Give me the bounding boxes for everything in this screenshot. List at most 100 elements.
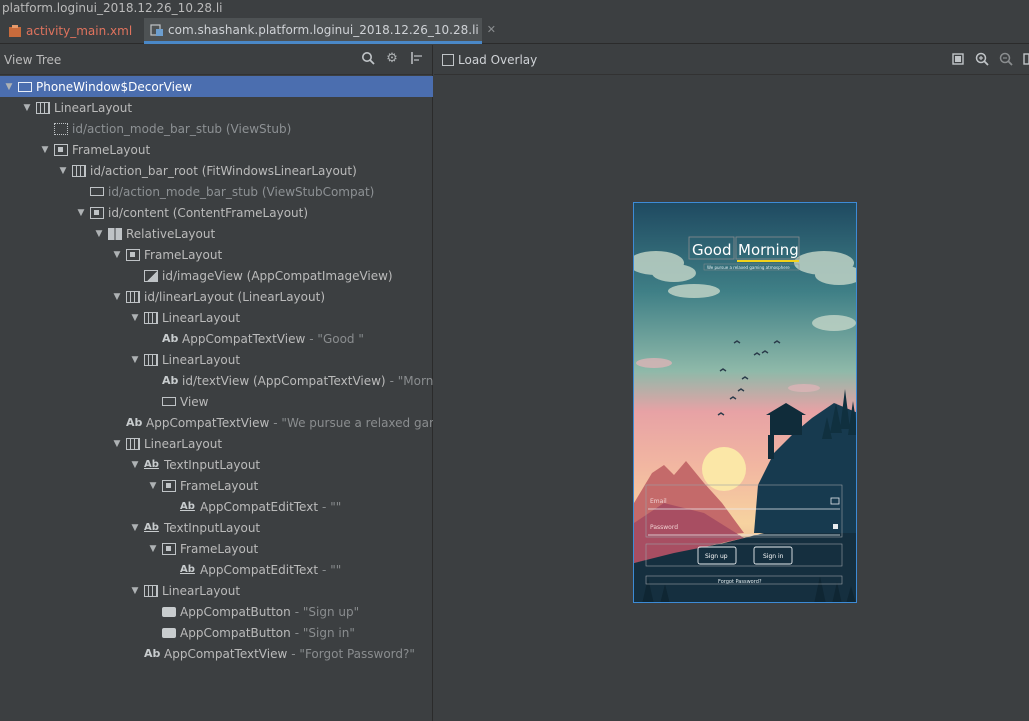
expand-arrow-icon[interactable]: ▼ <box>128 460 142 470</box>
tree-node-label: id/action_mode_bar_stub (ViewStubCompat) <box>108 184 375 199</box>
linear-layout-icon <box>144 353 158 366</box>
tree-node-value: - "Morni <box>389 373 433 388</box>
tree-node[interactable]: ▼ id/linearLayout (LinearLayout) <box>0 286 433 307</box>
zoom-out-icon[interactable] <box>999 52 1013 66</box>
expand-arrow-icon[interactable]: ▼ <box>128 586 142 596</box>
tree-node[interactable]: ▼ LinearLayout <box>0 349 433 370</box>
device-screen-preview[interactable]: Good Morning We pursue a relaxed gaming … <box>633 202 857 603</box>
tree-node[interactable]: ▼ RelativeLayout <box>0 223 433 244</box>
tree-node[interactable]: Ab AppCompatEditText - "" <box>0 559 433 580</box>
expand-arrow-icon[interactable]: ▼ <box>146 481 160 491</box>
close-icon[interactable]: ✕ <box>487 23 496 36</box>
expand-arrow-icon[interactable]: ▼ <box>92 229 106 239</box>
tree-node-value: - "" <box>322 562 342 577</box>
tree-node-label: AppCompatTextView <box>146 415 270 430</box>
preview-toolbar: Load Overlay <box>434 45 1029 75</box>
tree-node-label: id/content (ContentFrameLayout) <box>108 205 309 220</box>
expand-arrow-icon[interactable]: ▼ <box>110 250 124 260</box>
email-placeholder: Email <box>650 498 667 505</box>
tree-node[interactable]: ▼ LinearLayout <box>0 433 433 454</box>
tree-node[interactable]: ▼ FrameLayout <box>0 538 433 559</box>
tree-node[interactable]: id/imageView (AppCompatImageView) <box>0 265 433 286</box>
tree-node[interactable]: ▼ Ab TextInputLayout <box>0 454 433 475</box>
more-icon[interactable] <box>1023 52 1029 66</box>
fit-screen-icon[interactable] <box>951 52 965 66</box>
tree-node-label: View <box>180 394 209 409</box>
tree-node[interactable]: Ab id/textView (AppCompatTextView) - "Morn… <box>0 370 433 391</box>
tree-node-value: - "We pursue a relaxed gam <box>273 415 433 430</box>
tree-node[interactable]: Ab AppCompatEditText - "" <box>0 496 433 517</box>
tree-node[interactable]: ▼ LinearLayout <box>0 580 433 601</box>
tree-node-label: LinearLayout <box>54 100 133 115</box>
tree-node-label: PhoneWindow$DecorView <box>36 79 193 94</box>
settings-icon[interactable]: ⚙ <box>384 51 400 67</box>
tree-node[interactable]: AppCompatButton - "Sign in" <box>0 622 433 643</box>
view-tree: ▼ PhoneWindow$DecorView ▼ LinearLayout id/ac… <box>0 76 433 664</box>
tree-node[interactable]: ▼ Ab TextInputLayout <box>0 517 433 538</box>
text-view-icon: Ab <box>126 415 143 429</box>
frame-layout-icon <box>54 143 68 156</box>
expand-arrow-icon[interactable]: ▼ <box>128 523 142 533</box>
expand-arrow-icon[interactable]: ▼ <box>74 208 88 218</box>
zoom-in-icon[interactable] <box>975 52 989 66</box>
expand-arrow-icon[interactable]: ▼ <box>128 313 142 323</box>
tree-node[interactable]: ▼ id/content (ContentFrameLayout) <box>0 202 433 223</box>
tab-label: com.shashank.platform.loginui_2018.12.26… <box>168 22 479 37</box>
frame-layout-icon <box>162 479 176 492</box>
expand-arrow-icon[interactable]: ▼ <box>20 103 34 113</box>
expand-arrow-icon[interactable]: ▼ <box>110 292 124 302</box>
tree-node-label: AppCompatButton <box>180 625 291 640</box>
tree-node-label: TextInputLayout <box>164 457 261 472</box>
tab-activity-main[interactable]: activity_main.xml <box>2 18 142 44</box>
sign-in-label: Sign in <box>763 553 784 560</box>
relative-layout-icon <box>108 227 122 240</box>
tree-node-label: LinearLayout <box>162 583 241 598</box>
tree-node[interactable]: ▼ FrameLayout <box>0 475 433 496</box>
tree-node[interactable]: View <box>0 391 433 412</box>
tree-node-label: FrameLayout <box>180 478 259 493</box>
tree-node[interactable]: Ab AppCompatTextView - "We pursue a relaxe… <box>0 412 433 433</box>
tree-node[interactable]: id/action_mode_bar_stub (ViewStubCompat) <box>0 181 433 202</box>
load-overlay-label: Load Overlay <box>458 52 538 67</box>
tree-node-label: AppCompatButton <box>180 604 291 619</box>
expand-arrow-icon[interactable]: ▼ <box>146 544 160 554</box>
expand-arrow-icon[interactable]: ▼ <box>56 166 70 176</box>
tree-node[interactable]: AppCompatButton - "Sign up" <box>0 601 433 622</box>
frame-layout-icon <box>126 248 140 261</box>
tree-node[interactable]: Ab AppCompatTextView - "Forgot Password?" <box>0 643 433 664</box>
tree-node-value: - "Forgot Password?" <box>291 646 415 661</box>
tree-node[interactable]: id/action_mode_bar_stub (ViewStub) <box>0 118 433 139</box>
tab-layout-capture[interactable]: com.shashank.platform.loginui_2018.12.26… <box>144 18 496 44</box>
tree-node[interactable]: ▼ LinearLayout <box>0 97 433 118</box>
tree-node[interactable]: ▼ FrameLayout <box>0 139 433 160</box>
view-stub-icon <box>54 122 68 135</box>
expand-arrow-icon[interactable]: ▼ <box>2 82 16 92</box>
tree-node[interactable]: Ab AppCompatTextView - "Good " <box>0 328 433 349</box>
preview-panel: Load Overlay Good Morning We pursue a re… <box>434 45 1029 721</box>
search-icon[interactable] <box>360 51 376 67</box>
edit-text-icon: Ab <box>144 521 159 533</box>
linear-layout-icon <box>36 101 50 114</box>
expand-arrow-icon[interactable]: ▼ <box>38 145 52 155</box>
button-icon <box>162 627 176 638</box>
edit-text-icon: Ab <box>180 563 195 575</box>
sun <box>702 447 746 491</box>
tree-node-label: LinearLayout <box>162 352 241 367</box>
tree-node-label: LinearLayout <box>144 436 223 451</box>
tree-node[interactable]: ▼ id/action_bar_root (FitWindowsLinearLay… <box>0 160 433 181</box>
tree-node[interactable]: ▼ LinearLayout <box>0 307 433 328</box>
button-icon <box>162 606 176 617</box>
panel-title: View Tree <box>4 52 62 67</box>
text-view-icon: Ab <box>162 331 179 345</box>
layout-capture-icon <box>150 23 164 37</box>
image-view-icon <box>144 269 158 282</box>
tree-node[interactable]: ▼ FrameLayout <box>0 244 433 265</box>
expand-arrow-icon[interactable]: ▼ <box>110 439 124 449</box>
load-overlay-button[interactable]: Load Overlay <box>442 53 537 67</box>
frame-layout-icon <box>90 206 104 219</box>
tree-node-label: AppCompatTextView <box>164 646 288 661</box>
expand-arrow-icon[interactable]: ▼ <box>128 355 142 365</box>
layout-bounds-icon[interactable] <box>408 51 424 67</box>
tree-node[interactable]: ▼ PhoneWindow$DecorView <box>0 76 433 97</box>
tree-node-label: AppCompatTextView <box>182 331 306 346</box>
